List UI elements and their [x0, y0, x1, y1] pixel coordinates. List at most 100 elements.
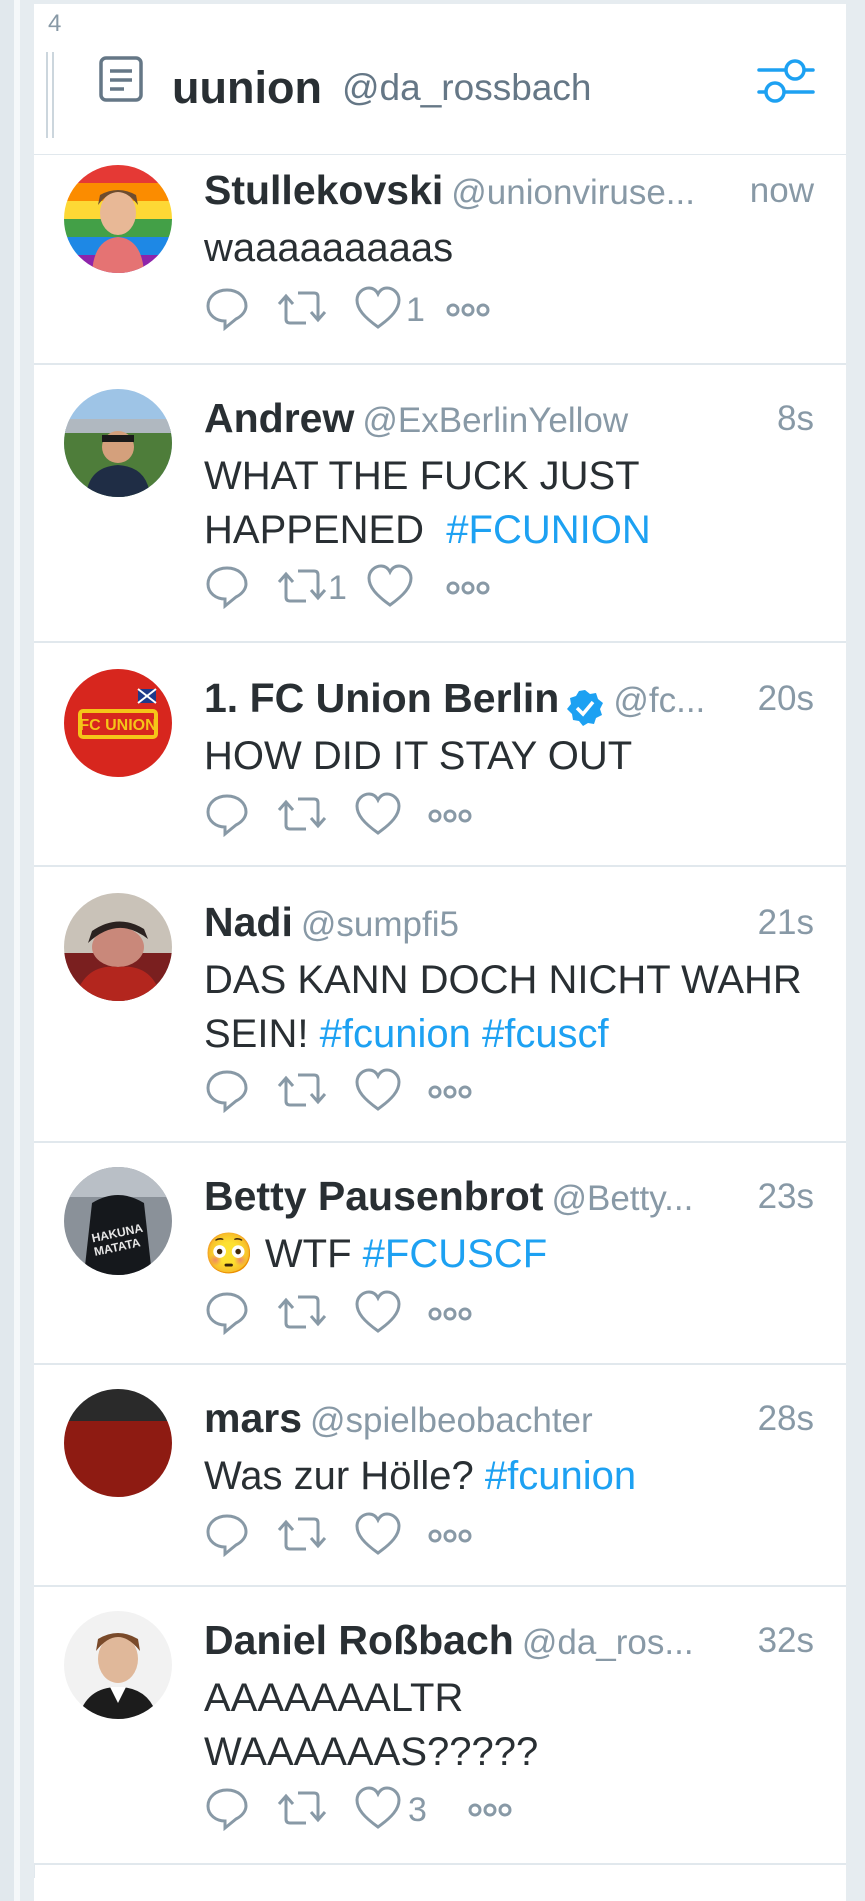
more-button[interactable] — [426, 1067, 474, 1117]
tweet-author-name[interactable]: Betty Pausenbrot — [204, 1173, 543, 1219]
retweet-icon — [277, 1517, 327, 1551]
avatar[interactable] — [64, 1389, 172, 1497]
avatar[interactable]: HAKUNA MATATA — [64, 1167, 172, 1275]
avatar[interactable] — [64, 165, 172, 273]
retweet-icon — [277, 1073, 327, 1107]
tweet-time[interactable]: 23s — [758, 1177, 814, 1217]
retweet-button[interactable] — [276, 1289, 328, 1339]
tweet-text: 😳 WTF #FCUSCF — [204, 1232, 548, 1276]
avatar[interactable]: FC UNION — [64, 669, 172, 777]
reply-icon — [206, 1292, 248, 1335]
like-button[interactable] — [366, 563, 414, 613]
list-icon — [99, 56, 143, 102]
tweet-text: AAAAAAALTR WAAAAAAS????? — [204, 1676, 539, 1774]
tweet-author-name[interactable]: mars — [204, 1395, 302, 1441]
tweet-author-name[interactable]: Daniel Roßbach — [204, 1617, 514, 1663]
retweet-button[interactable] — [276, 1511, 328, 1561]
retweet-button[interactable] — [276, 791, 328, 841]
tweet-time[interactable]: 20s — [758, 679, 814, 719]
column-handle: @da_rossbach — [342, 67, 592, 108]
tweet-time[interactable]: now — [750, 171, 814, 211]
heart-icon — [367, 564, 413, 607]
reply-icon — [206, 1070, 248, 1113]
more-icon — [428, 1529, 472, 1543]
tweet-author-handle[interactable]: @Betty... — [551, 1179, 693, 1218]
tweet-actions — [204, 791, 604, 841]
hashtag[interactable]: #fcunion #fcuscf — [320, 1012, 609, 1056]
tweet-time[interactable]: 32s — [758, 1621, 814, 1661]
more-icon — [468, 1803, 512, 1817]
reply-button[interactable] — [204, 1785, 250, 1835]
tweet-author-handle[interactable]: @fc... — [613, 681, 705, 720]
tweet-author-handle[interactable]: @spielbeobachter — [310, 1401, 593, 1440]
column-footer — [34, 1878, 846, 1901]
tweet-text: waaaaaaaaas — [204, 226, 454, 270]
more-icon — [428, 1085, 472, 1099]
reply-button[interactable] — [204, 1511, 250, 1561]
retweet-button[interactable] — [276, 285, 328, 335]
tweet[interactable]: Nadi @sumpfi5 21s DAS KANN DOCH NICHT WAH… — [34, 867, 846, 1143]
reply-button[interactable] — [204, 1289, 250, 1339]
avatar[interactable] — [64, 389, 172, 497]
more-button[interactable] — [426, 1511, 474, 1561]
heart-icon — [355, 1512, 401, 1555]
reply-button[interactable] — [204, 1067, 250, 1117]
tweet[interactable]: mars @spielbeobachter 28s Was zur Hölle? … — [34, 1365, 846, 1587]
filter-settings-icon[interactable] — [757, 55, 815, 107]
tweet[interactable]: Daniel Roßbach @da_ros... 32s AAAAAAALTR … — [34, 1587, 846, 1865]
tweet-author-name[interactable]: 1. FC Union Berlin — [204, 675, 559, 721]
reply-button[interactable] — [204, 563, 250, 613]
like-button[interactable] — [354, 791, 402, 841]
tweet[interactable]: Andrew @ExBerlinYellow 8s WHAT THE FUCK J… — [34, 365, 846, 643]
heart-icon — [355, 1290, 401, 1333]
tweet-time[interactable]: 8s — [777, 399, 814, 439]
tweet-actions — [204, 1067, 604, 1117]
more-button[interactable] — [444, 285, 492, 335]
hashtag[interactable]: #fcunion — [485, 1454, 636, 1498]
tweet-author-handle[interactable]: @da_ros... — [522, 1623, 694, 1662]
tweet-text: HOW DID IT STAY OUT — [204, 734, 633, 778]
tweet-author-name[interactable]: Nadi — [204, 899, 293, 945]
tweet-actions — [204, 1511, 604, 1561]
like-button[interactable] — [354, 1511, 402, 1561]
tweet[interactable]: HAKUNA MATATA Betty Pausenbrot @Betty... … — [34, 1143, 846, 1365]
like-button[interactable] — [354, 1289, 402, 1339]
tweet-author-handle[interactable]: @unionviruse... — [451, 173, 695, 212]
reply-button[interactable] — [204, 285, 250, 335]
tweet-author-handle[interactable]: @ExBerlinYellow — [362, 401, 628, 440]
tweet-author-handle[interactable]: @sumpfi5 — [301, 905, 459, 944]
retweet-button[interactable] — [276, 563, 328, 613]
like-button[interactable] — [354, 285, 402, 335]
more-icon — [446, 303, 490, 317]
like-button[interactable] — [354, 1067, 402, 1117]
more-button[interactable] — [466, 1785, 514, 1835]
tweet[interactable]: Stullekovski @unionviruse... now waaaaaaa… — [34, 155, 846, 365]
avatar[interactable] — [64, 893, 172, 1001]
tweet-actions: 1 — [204, 563, 604, 613]
tweet-actions — [204, 1289, 604, 1339]
column-title: uunion — [172, 62, 322, 113]
hashtag[interactable]: #FCUNION — [446, 508, 650, 552]
reply-button[interactable] — [204, 791, 250, 841]
more-button[interactable] — [444, 563, 492, 613]
tweet[interactable]: FC UNION 1. FC Union Berlin @fc... 20s HO… — [34, 643, 846, 867]
retweet-icon — [277, 797, 327, 831]
left-rail-gap — [14, 0, 20, 1901]
more-button[interactable] — [426, 791, 474, 841]
retweet-button[interactable] — [276, 1785, 328, 1835]
reply-icon — [206, 1788, 248, 1831]
hashtag[interactable]: #FCUSCF — [363, 1232, 547, 1276]
right-rail — [846, 0, 865, 1901]
tweet-actions: 3 — [204, 1785, 604, 1835]
drag-handle[interactable] — [46, 52, 54, 138]
tweet-time[interactable]: 28s — [758, 1399, 814, 1439]
verified-badge-icon — [567, 689, 604, 726]
tweet-time[interactable]: 21s — [758, 903, 814, 943]
tweet-text: WHAT THE FUCK JUST HAPPENED #FCUNION — [204, 454, 651, 552]
avatar[interactable] — [64, 1611, 172, 1719]
retweet-button[interactable] — [276, 1067, 328, 1117]
like-button[interactable] — [354, 1785, 402, 1835]
tweet-author-name[interactable]: Stullekovski — [204, 167, 443, 213]
more-button[interactable] — [426, 1289, 474, 1339]
tweet-author-name[interactable]: Andrew — [204, 395, 354, 441]
